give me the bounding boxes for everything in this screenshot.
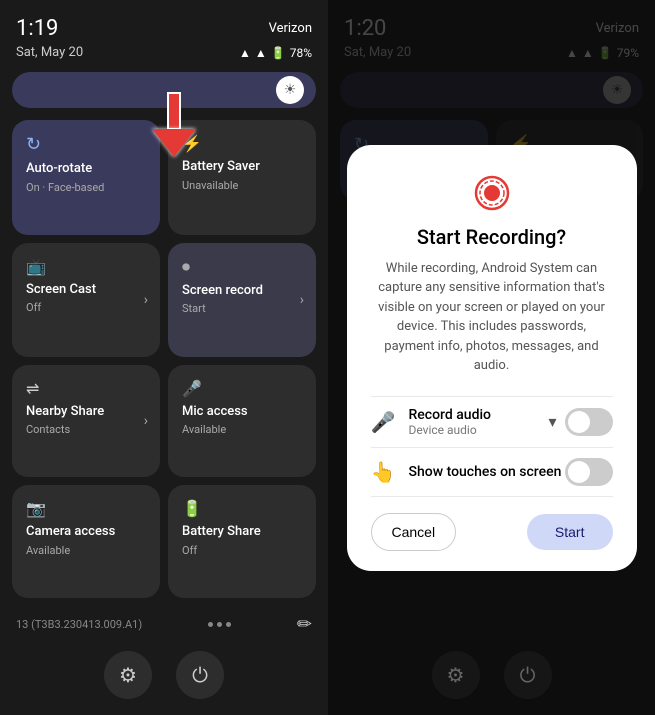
auto-rotate-icon: ↻ xyxy=(26,134,146,155)
show-touches-label: Show touches on screen xyxy=(409,464,565,480)
dialog-buttons: Cancel Start xyxy=(371,513,613,551)
mic-label: Mic access xyxy=(182,404,302,420)
start-recording-dialog: Start Recording? While recording, Androi… xyxy=(347,145,637,571)
record-audio-toggle[interactable] xyxy=(565,408,613,436)
tile-screen-cast[interactable]: 📺 Screen Cast Off › xyxy=(12,243,160,357)
left-time: 1:19 xyxy=(16,16,58,41)
screen-record-arrow: › xyxy=(300,292,304,308)
nearby-share-label: Nearby Share xyxy=(26,404,146,420)
tile-auto-rotate[interactable]: ↻ Auto-rotate On · Face-based xyxy=(12,120,160,235)
left-status-bar: 1:19 Verizon xyxy=(12,16,316,41)
tile-battery-share[interactable]: 🔋 Battery Share Off xyxy=(168,485,316,598)
screen-cast-label: Screen Cast xyxy=(26,282,146,298)
battery-share-sub: Off xyxy=(182,544,302,557)
dot-2 xyxy=(217,622,222,627)
page-dots xyxy=(208,622,231,627)
left-status-sub: Sat, May 20 ▲ ▲ 🔋 78% xyxy=(12,45,316,60)
camera-icon: 📷 xyxy=(26,499,146,518)
wifi-icon: ▲ xyxy=(239,46,251,60)
show-touches-toggle-thumb xyxy=(568,461,590,483)
left-settings-button[interactable]: ⚙ xyxy=(104,651,152,699)
mic-option-icon: 🎤 xyxy=(371,410,395,434)
brightness-thumb[interactable] xyxy=(276,76,304,104)
dialog-overlay: Start Recording? While recording, Androi… xyxy=(328,0,655,715)
build-info: 13 (T3B3.230413.009.A1) xyxy=(16,618,142,631)
left-tiles-grid: ↻ Auto-rotate On · Face-based ⚡ Battery … xyxy=(12,120,316,598)
record-circle-icon xyxy=(474,175,510,211)
nearby-share-icon: ⇌ xyxy=(26,379,146,398)
tile-mic-access[interactable]: 🎤 Mic access Available xyxy=(168,365,316,478)
record-audio-label: Record audio xyxy=(409,407,549,423)
tile-screen-record[interactable]: ⏺ Screen record Start › xyxy=(168,243,316,357)
left-bottom-buttons: ⚙ ⏻ xyxy=(12,643,316,703)
show-touches-toggle[interactable] xyxy=(565,458,613,486)
record-audio-text: Record audio Device audio xyxy=(409,407,549,437)
battery-icon: 🔋 xyxy=(271,46,286,60)
screen-record-label: Screen record xyxy=(182,283,302,299)
screen-cast-arrow: › xyxy=(144,292,148,308)
nearby-share-sub: Contacts xyxy=(26,423,146,436)
left-date: Sat, May 20 xyxy=(16,45,83,60)
dialog-option-record-audio: 🎤 Record audio Device audio ▾ xyxy=(371,396,613,447)
signal-icon: ▲ xyxy=(255,46,267,60)
left-power-button[interactable]: ⏻ xyxy=(176,651,224,699)
settings-icon: ⚙ xyxy=(119,663,137,687)
show-touches-text: Show touches on screen xyxy=(409,464,565,480)
nearby-share-arrow: › xyxy=(144,413,148,429)
tile-camera-access[interactable]: 📷 Camera access Available xyxy=(12,485,160,598)
start-button[interactable]: Start xyxy=(527,514,613,550)
screen-cast-icon: 📺 xyxy=(26,257,146,276)
battery-saver-icon: ⚡ xyxy=(182,134,302,153)
edit-icon[interactable]: ✏ xyxy=(297,614,312,635)
record-audio-sub: Device audio xyxy=(409,423,549,437)
dialog-option-show-touches: 👆 Show touches on screen xyxy=(371,447,613,497)
dropdown-chevron[interactable]: ▾ xyxy=(548,412,556,431)
cancel-button[interactable]: Cancel xyxy=(371,513,457,551)
battery-pct: 78% xyxy=(290,46,312,60)
camera-sub: Available xyxy=(26,544,146,557)
dialog-title: Start Recording? xyxy=(417,225,566,249)
power-icon: ⏻ xyxy=(192,663,208,687)
dot-3 xyxy=(226,622,231,627)
left-panel: 1:19 Verizon Sat, May 20 ▲ ▲ 🔋 78% ↻ Aut… xyxy=(0,0,328,715)
battery-share-label: Battery Share xyxy=(182,524,302,540)
auto-rotate-label: Auto-rotate xyxy=(26,161,146,177)
screen-record-icon: ⏺ xyxy=(182,257,302,277)
battery-saver-sub: Unavailable xyxy=(182,179,302,192)
auto-rotate-sub: On · Face-based xyxy=(26,181,146,194)
screen-record-sub: Start xyxy=(182,302,302,315)
left-carrier: Verizon xyxy=(269,21,312,36)
left-bottom-bar: 13 (T3B3.230413.009.A1) ✏ xyxy=(12,606,316,639)
screen-cast-sub: Off xyxy=(26,301,146,314)
mic-sub: Available xyxy=(182,423,302,436)
recording-dialog-icon xyxy=(472,173,512,213)
camera-label: Camera access xyxy=(26,524,146,540)
mic-icon: 🎤 xyxy=(182,379,302,398)
dot-1 xyxy=(208,622,213,627)
left-status-icons: ▲ ▲ 🔋 78% xyxy=(239,46,312,60)
battery-share-icon: 🔋 xyxy=(182,499,302,518)
red-arrow-indicator xyxy=(152,92,196,157)
battery-saver-label: Battery Saver xyxy=(182,159,302,175)
right-panel: 1:20 Verizon Sat, May 20 ▲ ▲ 🔋 79% ☀ ↻ A… xyxy=(328,0,655,715)
dialog-body: While recording, Android System can capt… xyxy=(371,259,613,376)
record-audio-toggle-thumb xyxy=(568,411,590,433)
tile-nearby-share[interactable]: ⇌ Nearby Share Contacts › xyxy=(12,365,160,478)
touch-option-icon: 👆 xyxy=(371,460,395,484)
